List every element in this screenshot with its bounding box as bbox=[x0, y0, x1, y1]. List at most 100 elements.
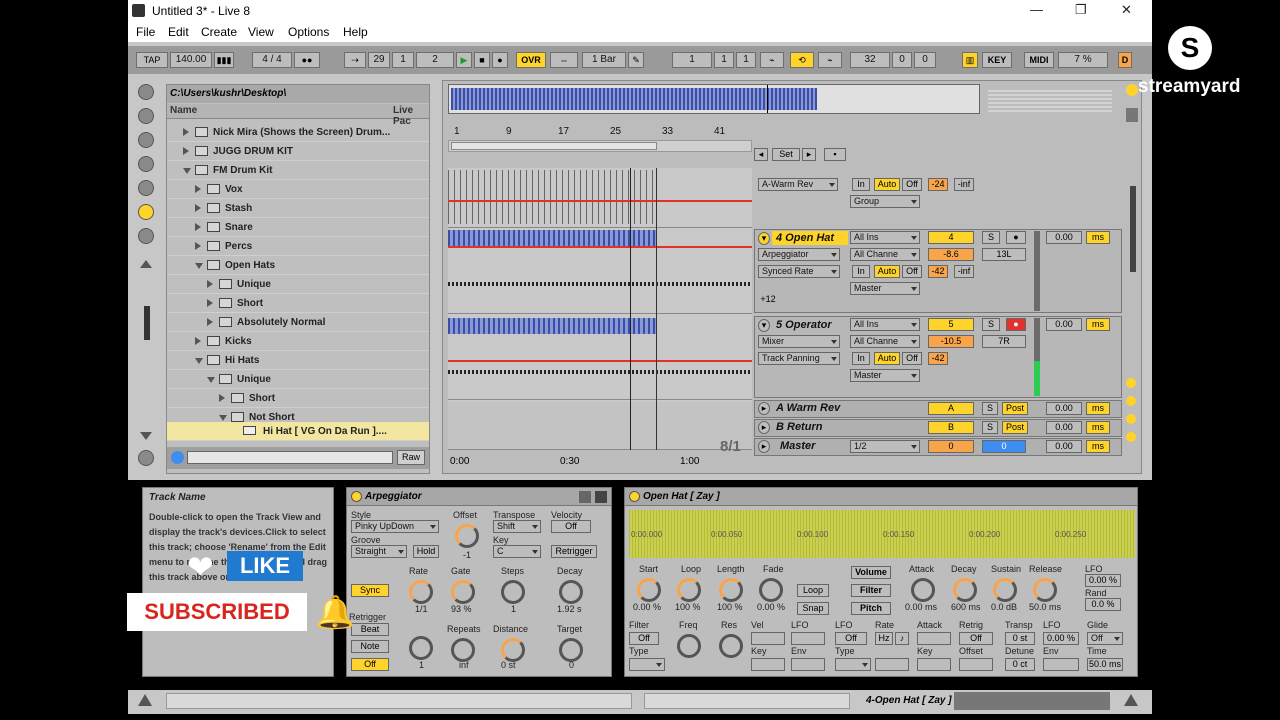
beat-time-ruler[interactable]: 1 9 17 25 33 41 bbox=[448, 126, 752, 140]
track-4-auto-button[interactable]: Auto bbox=[874, 265, 900, 278]
arpeggiator-power-icon[interactable] bbox=[351, 491, 362, 502]
menu-edit[interactable]: Edit bbox=[168, 25, 189, 39]
return-b-solo[interactable]: S bbox=[982, 421, 998, 434]
top-off-button[interactable]: Off bbox=[902, 178, 922, 191]
arp-key-dropdown[interactable]: C bbox=[493, 545, 541, 558]
top-auto-button[interactable]: Auto bbox=[874, 178, 900, 191]
set-locator-button[interactable]: Set bbox=[772, 148, 800, 161]
returns-toggle-icon[interactable] bbox=[1126, 414, 1136, 424]
pitch-lfo-field[interactable]: 0.00 % bbox=[1043, 632, 1079, 645]
loop-start-bar[interactable]: 1 bbox=[672, 52, 712, 68]
track-4-in-button[interactable]: In bbox=[852, 265, 870, 278]
filter-tab[interactable]: Filter bbox=[851, 584, 891, 597]
filter-res-knob[interactable] bbox=[719, 634, 743, 658]
track-5-name[interactable]: 5 Operator bbox=[776, 319, 832, 331]
track-5-solo-button[interactable]: S bbox=[982, 318, 1000, 331]
tempo-field[interactable]: 140.00 bbox=[170, 52, 212, 68]
simpler-title-bar[interactable]: Open Hat [ Zay ] bbox=[625, 488, 1137, 506]
browser-folder-row[interactable]: Stash bbox=[167, 199, 429, 218]
arp-hold-button[interactable]: Hold bbox=[413, 545, 439, 558]
track-5-delay-unit[interactable]: ms bbox=[1086, 318, 1110, 331]
browser-folder-row[interactable]: Unique bbox=[167, 275, 429, 294]
browser-folder-row[interactable]: Hi Hats bbox=[167, 351, 429, 370]
metronome-button[interactable]: ●● bbox=[294, 52, 320, 68]
selected-file-row[interactable]: Hi Hat [ VG On Da Run ].... bbox=[167, 422, 429, 441]
filter-env-field[interactable] bbox=[791, 658, 825, 671]
loop-start-beat[interactable]: 1 bbox=[714, 52, 734, 68]
expand-triangle-icon[interactable] bbox=[207, 299, 213, 307]
hide-browser-icon[interactable] bbox=[138, 84, 154, 100]
master-name[interactable]: Master bbox=[780, 440, 815, 452]
device-browser-icon[interactable] bbox=[138, 108, 154, 124]
lane-operator[interactable] bbox=[448, 314, 752, 400]
track-4-arm-button[interactable]: ● bbox=[1006, 231, 1026, 244]
filter-vel-field[interactable] bbox=[751, 632, 785, 645]
return-a-delay-unit[interactable]: ms bbox=[1086, 402, 1110, 415]
cue-out-dropdown[interactable]: 1/2 bbox=[850, 440, 920, 453]
track-4-name[interactable]: 4 Open Hat bbox=[776, 232, 834, 244]
collapse-triangle-icon[interactable] bbox=[207, 377, 215, 383]
arp-distance-knob[interactable] bbox=[501, 638, 525, 662]
arp-transpose-dropdown[interactable]: Shift bbox=[493, 520, 541, 533]
return-a-solo[interactable]: S bbox=[982, 402, 998, 415]
browser-folder-row[interactable]: JUGG DRUM KIT bbox=[167, 142, 429, 161]
arrangement-overview[interactable] bbox=[448, 84, 980, 114]
browser-folder-row[interactable]: Vox bbox=[167, 180, 429, 199]
automation-clip[interactable] bbox=[448, 170, 656, 224]
track-4-delay-unit[interactable]: ms bbox=[1086, 231, 1110, 244]
maximize-button[interactable]: ❐ bbox=[1075, 2, 1087, 18]
glide-time-field[interactable]: 50.0 ms bbox=[1087, 658, 1123, 671]
split-view-icon[interactable] bbox=[1126, 108, 1138, 122]
computer-midi-keyboard-button[interactable]: ▥ bbox=[962, 52, 978, 68]
top-in-button[interactable]: In bbox=[852, 178, 870, 191]
track-5-input-dropdown[interactable]: All Ins bbox=[850, 318, 920, 331]
arp-note-button[interactable]: Note bbox=[351, 640, 389, 653]
return-a-activator[interactable]: A bbox=[928, 402, 974, 415]
track-4-delay[interactable]: 0.00 bbox=[1046, 231, 1082, 244]
close-button[interactable]: ✕ bbox=[1121, 2, 1132, 18]
track-4-fold-icon[interactable]: ▾ bbox=[758, 232, 770, 245]
arp-velocity-button[interactable]: Off bbox=[551, 520, 591, 533]
arp-sync-button[interactable]: Sync bbox=[351, 584, 389, 597]
lfo-offset-field[interactable] bbox=[959, 658, 993, 671]
vol-lfo-value[interactable]: 0.00 % bbox=[1085, 574, 1121, 587]
track-fold-button[interactable]: ▪ bbox=[824, 148, 846, 161]
track-4-off-button[interactable]: Off bbox=[902, 265, 922, 278]
arrangement-position-bar[interactable]: 29 bbox=[368, 52, 390, 68]
collapse-triangle-icon[interactable] bbox=[195, 358, 203, 364]
simpler-power-icon[interactable] bbox=[629, 491, 640, 502]
return-b-delay[interactable]: 0.00 bbox=[1046, 421, 1082, 434]
transp-field[interactable]: 0 st bbox=[1005, 632, 1035, 645]
arp-retrigger-off-button[interactable]: Off bbox=[351, 658, 389, 671]
delay-toggle-icon[interactable] bbox=[1126, 432, 1136, 442]
filter-off-button[interactable]: Off bbox=[629, 632, 659, 645]
master-delay-unit[interactable]: ms bbox=[1086, 440, 1110, 453]
track-4-activator[interactable]: 4 bbox=[928, 231, 974, 244]
track-5-parameter-dropdown[interactable]: Track Panning bbox=[758, 352, 840, 365]
expand-triangle-icon[interactable] bbox=[207, 280, 213, 288]
arpeggiator-title-bar[interactable]: Arpeggiator bbox=[347, 488, 611, 506]
tap-button[interactable]: TAP bbox=[136, 52, 168, 68]
lfo-rate-field[interactable] bbox=[875, 658, 909, 671]
lfo-sync-note-icon[interactable]: ♪ bbox=[895, 632, 909, 645]
return-b-activator[interactable]: B bbox=[928, 421, 974, 434]
operator-clip[interactable] bbox=[448, 318, 656, 334]
loop-length-sixteenth[interactable]: 0 bbox=[914, 52, 936, 68]
browser-folder-row[interactable]: Absolutely Normal bbox=[167, 313, 429, 332]
arp-vel-retrigger-button[interactable]: Retrigger bbox=[551, 545, 597, 558]
collapse-triangle-icon[interactable] bbox=[183, 168, 191, 174]
menu-options[interactable]: Options bbox=[288, 25, 329, 39]
return-a-delay[interactable]: 0.00 bbox=[1046, 402, 1082, 415]
key-map-button[interactable]: KEY bbox=[982, 52, 1012, 68]
arpeggiator-hotswap-icon[interactable] bbox=[579, 491, 591, 503]
punch-in-button[interactable]: ⌁ bbox=[760, 52, 784, 68]
glide-dropdown[interactable]: Off bbox=[1087, 632, 1123, 645]
arp-repeats-knob[interactable] bbox=[451, 638, 475, 662]
expand-triangle-icon[interactable] bbox=[219, 394, 225, 402]
master-fold-icon[interactable]: ▸ bbox=[758, 440, 770, 453]
track-4-input-dropdown[interactable]: All Ins bbox=[850, 231, 920, 244]
pitch-env-field[interactable] bbox=[1043, 658, 1079, 671]
rand-value[interactable]: 0.0 % bbox=[1085, 598, 1121, 611]
browser-folder-row[interactable]: Kicks bbox=[167, 332, 429, 351]
browser-folder-row[interactable]: Percs bbox=[167, 237, 429, 256]
